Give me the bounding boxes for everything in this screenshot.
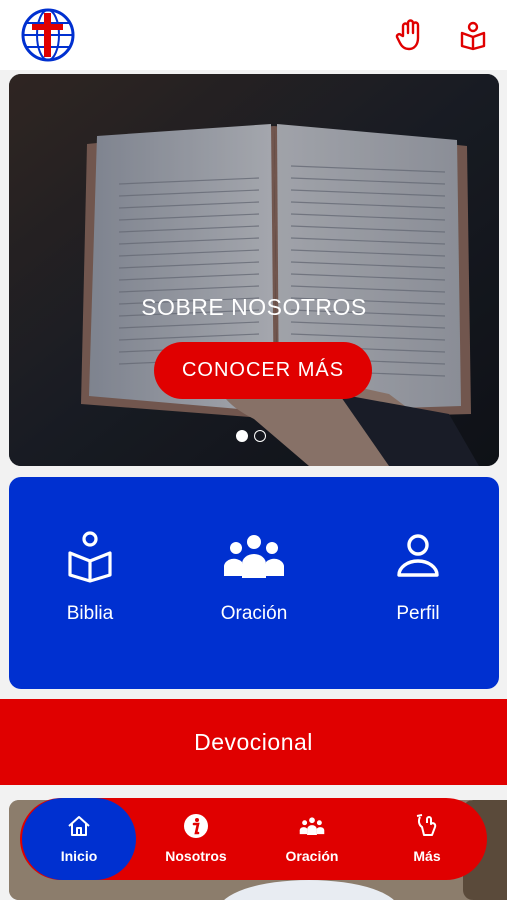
nav-label: Inicio xyxy=(60,848,98,864)
app-screen: SOBRE NOSOTROS CONOCER MÁS Biblia Oració… xyxy=(0,0,507,900)
quick-link-biblia[interactable]: Biblia xyxy=(30,529,150,625)
profile-icon xyxy=(358,529,478,583)
nav-item-mas[interactable]: Más xyxy=(372,798,482,880)
quick-link-label: Biblia xyxy=(66,603,114,624)
hero-banner[interactable]: SOBRE NOSOTROS CONOCER MÁS xyxy=(9,74,499,466)
group-icon xyxy=(257,814,367,838)
carousel-indicator xyxy=(236,430,266,442)
quick-link-label: Perfil xyxy=(396,603,440,624)
learn-more-button[interactable]: CONOCER MÁS xyxy=(154,342,372,399)
group-icon xyxy=(194,529,314,583)
church-logo-icon[interactable] xyxy=(20,7,76,63)
prayer-hand-icon[interactable] xyxy=(395,18,425,52)
devotional-button[interactable]: Devocional xyxy=(0,699,507,785)
nav-label: Más xyxy=(413,848,441,864)
bible-icon xyxy=(30,529,150,583)
top-header xyxy=(0,0,507,70)
nav-label: Nosotros xyxy=(165,848,227,864)
hero-title: SOBRE NOSOTROS xyxy=(141,294,367,320)
carousel-dot[interactable] xyxy=(254,430,266,442)
bible-reader-icon[interactable] xyxy=(458,18,488,52)
quick-link-oracion[interactable]: Oración xyxy=(194,529,314,625)
nav-item-oracion[interactable]: Oración xyxy=(257,798,367,880)
open-bible-image xyxy=(9,74,499,466)
nav-item-inicio[interactable]: Inicio xyxy=(22,798,136,880)
nav-item-nosotros[interactable]: Nosotros xyxy=(141,798,251,880)
info-icon xyxy=(141,814,251,838)
quick-link-perfil[interactable]: Perfil xyxy=(358,529,478,625)
bottom-nav: Inicio Nosotros Oración Más xyxy=(20,798,487,880)
quick-link-label: Oración xyxy=(220,603,288,624)
home-icon xyxy=(22,814,136,838)
nav-label: Oración xyxy=(285,848,339,864)
hand-icon xyxy=(372,814,482,838)
quick-links-panel: Biblia Oración Perfil xyxy=(9,477,499,689)
carousel-dot-active[interactable] xyxy=(236,430,248,442)
